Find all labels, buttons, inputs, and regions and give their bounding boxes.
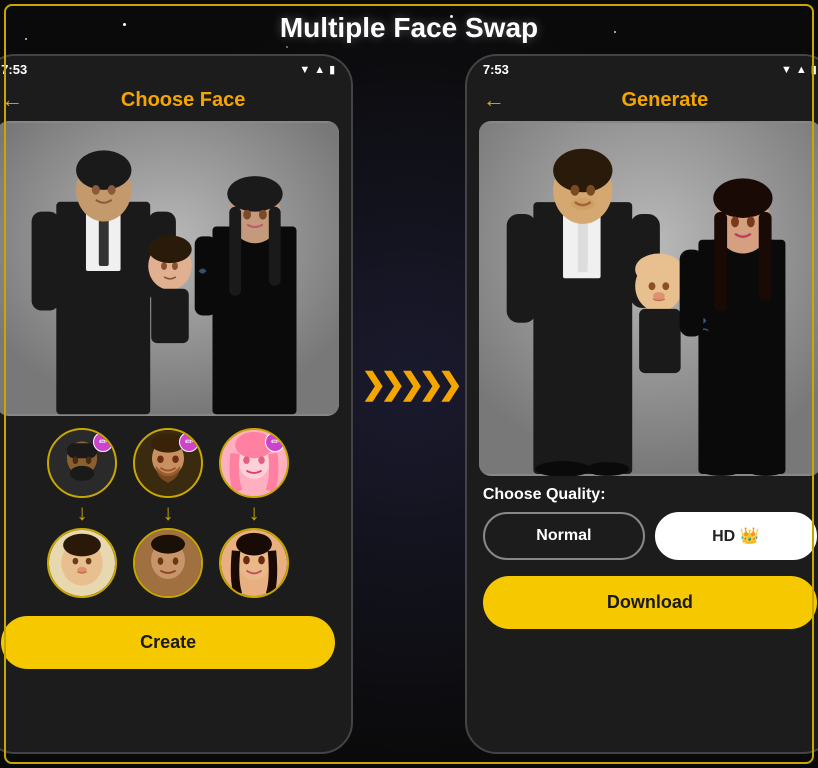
face-pair-3: ✏ ↓: [219, 428, 289, 598]
left-back-button[interactable]: ←: [1, 87, 23, 113]
left-status-time: 7:53: [1, 62, 27, 77]
down-arrow-2: ↓: [163, 502, 174, 524]
right-back-button[interactable]: ←: [483, 87, 505, 113]
result-face-2: [133, 528, 203, 598]
right-status-bar: 7:53 ▼ ▲ ▮: [467, 56, 818, 81]
quality-section: Choose Quality: Normal HD 👑: [467, 476, 818, 568]
source-face-1[interactable]: ✏: [47, 428, 117, 498]
left-phone: 7:53 ▼ ▲ ▮ ← Choose Face: [0, 54, 353, 754]
arrow-between: ❯❯❯❯❯: [361, 367, 457, 402]
signal-icon: ▼: [299, 64, 310, 76]
right-phone: 7:53 ▼ ▲ ▮ ← Generate: [465, 54, 818, 754]
quality-label: Choose Quality:: [483, 486, 817, 504]
page-title: Multiple Face Swap: [0, 0, 818, 54]
face-swap-section: ✏ ↓: [0, 416, 351, 606]
left-status-bar: 7:53 ▼ ▲ ▮: [0, 56, 351, 81]
face-pairs-container: ✏ ↓: [1, 428, 335, 598]
wifi-icon: ▲: [314, 64, 325, 76]
source-face-3[interactable]: ✏: [219, 428, 289, 498]
quality-buttons: Normal HD 👑: [483, 512, 817, 560]
chevron-arrows: ❯❯❯❯❯: [361, 367, 457, 402]
phones-container: 7:53 ▼ ▲ ▮ ← Choose Face: [0, 54, 818, 754]
hd-quality-button[interactable]: HD 👑: [655, 512, 817, 560]
right-wifi-icon: ▲: [796, 64, 807, 76]
result-face-3: [219, 528, 289, 598]
right-status-time: 7:53: [483, 62, 509, 77]
right-battery-icon: ▮: [811, 63, 817, 76]
face-pair-2: ✏ ↓: [133, 428, 203, 598]
face-pair-1: ✏ ↓: [47, 428, 117, 598]
download-button[interactable]: Download: [483, 576, 817, 629]
left-main-image: [0, 121, 339, 416]
result-face-1: [47, 528, 117, 598]
right-header-title: Generate: [513, 89, 817, 112]
left-header-title: Choose Face: [31, 89, 335, 112]
right-signal-icon: ▼: [781, 64, 792, 76]
create-button[interactable]: Create: [1, 616, 335, 669]
right-header: ← Generate: [467, 81, 818, 121]
left-status-icons: ▼ ▲ ▮: [299, 63, 335, 76]
right-status-icons: ▼ ▲ ▮: [781, 63, 817, 76]
source-face-2[interactable]: ✏: [133, 428, 203, 498]
down-arrow-3: ↓: [249, 502, 260, 524]
battery-icon: ▮: [329, 63, 335, 76]
down-arrow-1: ↓: [77, 502, 88, 524]
normal-quality-button[interactable]: Normal: [483, 512, 645, 560]
right-main-image: [479, 121, 818, 476]
left-header: ← Choose Face: [0, 81, 351, 121]
